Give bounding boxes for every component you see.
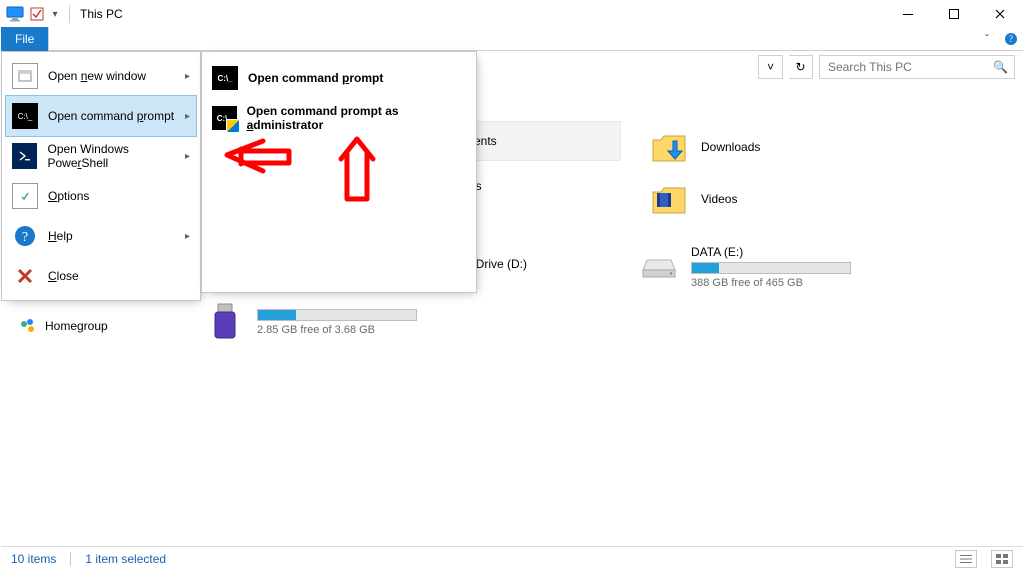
submenu-label: Open command prompt as administrator xyxy=(247,104,466,132)
chevron-right-icon: ▸ xyxy=(185,111,190,122)
close-window-button[interactable] xyxy=(977,1,1023,27)
status-item-count: 10 items xyxy=(11,552,56,566)
window-title: This PC xyxy=(80,7,123,21)
nav-label: Homegroup xyxy=(45,319,108,333)
drive-free-text: 2.85 GB free of 3.68 GB xyxy=(257,324,417,336)
minimize-button[interactable] xyxy=(885,1,931,27)
cmd-icon: C:\_ xyxy=(212,66,238,90)
cmd-admin-icon: C:\_ xyxy=(212,106,237,130)
status-bar: 10 items 1 item selected xyxy=(1,546,1023,570)
drive-usage-bar xyxy=(691,262,851,274)
folder-label: Videos xyxy=(701,192,737,206)
hdd-icon xyxy=(639,247,679,287)
divider xyxy=(69,5,70,23)
file-menu-new-window[interactable]: Open new window ▸ xyxy=(6,56,196,96)
file-menu-options[interactable]: Options xyxy=(6,176,196,216)
status-selected-count: 1 item selected xyxy=(85,552,166,566)
ribbon-collapsed-area xyxy=(48,27,975,51)
title-bar: ▾ This PC xyxy=(1,1,1023,27)
nav-homegroup[interactable]: Homegroup xyxy=(19,317,108,335)
homegroup-icon xyxy=(19,317,37,335)
chevron-down-icon: ˅ xyxy=(767,60,774,74)
file-tab[interactable]: File xyxy=(1,27,48,51)
file-menu-close[interactable]: Close xyxy=(6,256,196,296)
menu-label: Options xyxy=(48,189,89,203)
help-icon[interactable]: ? xyxy=(999,27,1023,51)
command-prompt-submenu: C:\_ Open command prompt C:\_ Open comma… xyxy=(201,51,477,293)
menu-label: Open new window xyxy=(48,69,146,83)
search-icon: 🔍 xyxy=(993,60,1008,74)
powershell-icon xyxy=(12,143,37,169)
view-details-button[interactable] xyxy=(955,550,977,568)
menu-label: Help xyxy=(48,229,73,243)
file-menu-popup: Open new window ▸ C:\_ Open command prom… xyxy=(1,51,201,301)
qat-properties-icon[interactable] xyxy=(27,3,47,25)
submenu-open-command-prompt[interactable]: C:\_ Open command prompt xyxy=(208,58,470,98)
file-menu-powershell[interactable]: Open Windows PowerShell ▸ xyxy=(6,136,196,176)
submenu-label: Open command prompt xyxy=(248,71,383,85)
cmd-icon: C:\_ xyxy=(12,103,38,129)
app-icon xyxy=(5,3,25,25)
svg-text:?: ? xyxy=(22,230,28,245)
svg-text:?: ? xyxy=(1009,34,1013,44)
ribbon-tab-row: File ˇ ? xyxy=(1,27,1023,51)
videos-icon xyxy=(649,179,689,219)
drive-data-e[interactable]: DATA (E:) 388 GB free of 465 GB xyxy=(627,241,863,293)
ribbon-expand-icon[interactable]: ˇ xyxy=(975,27,999,51)
search-box[interactable]: 🔍 xyxy=(819,55,1015,79)
submenu-open-command-prompt-admin[interactable]: C:\_ Open command prompt as administrato… xyxy=(208,98,470,138)
address-bar-tail[interactable]: ˅ xyxy=(758,55,783,79)
drive-usage-bar xyxy=(257,309,417,321)
close-icon xyxy=(12,263,38,289)
folder-downloads[interactable]: Downloads xyxy=(637,121,772,173)
search-input[interactable] xyxy=(826,59,993,75)
drive-label: DATA (E:) xyxy=(691,245,851,259)
drive-usb[interactable]: 2.85 GB free of 3.68 GB xyxy=(193,297,429,345)
menu-label: Open command prompt xyxy=(48,109,174,123)
downloads-icon xyxy=(649,127,689,167)
new-window-icon xyxy=(12,63,38,89)
chevron-right-icon: ▸ xyxy=(185,151,190,162)
refresh-button[interactable]: ↻ xyxy=(789,55,813,79)
chevron-right-icon: ▸ xyxy=(185,231,190,242)
view-large-icons-button[interactable] xyxy=(991,550,1013,568)
drive-free-text: 388 GB free of 465 GB xyxy=(691,277,851,289)
maximize-button[interactable] xyxy=(931,1,977,27)
chevron-right-icon: ▸ xyxy=(185,71,190,82)
menu-label: Open Windows PowerShell xyxy=(47,142,190,170)
menu-label: Close xyxy=(48,269,79,283)
folder-label: Downloads xyxy=(701,140,760,154)
file-menu-command-prompt[interactable]: C:\_ Open command prompt ▸ xyxy=(6,96,196,136)
folder-videos[interactable]: Videos xyxy=(637,173,749,225)
options-icon xyxy=(12,183,38,209)
qat-dropdown-icon[interactable]: ▾ xyxy=(49,3,61,25)
usb-drive-icon xyxy=(205,301,245,341)
file-menu-help[interactable]: ? Help ▸ xyxy=(6,216,196,256)
help-icon: ? xyxy=(12,223,38,249)
